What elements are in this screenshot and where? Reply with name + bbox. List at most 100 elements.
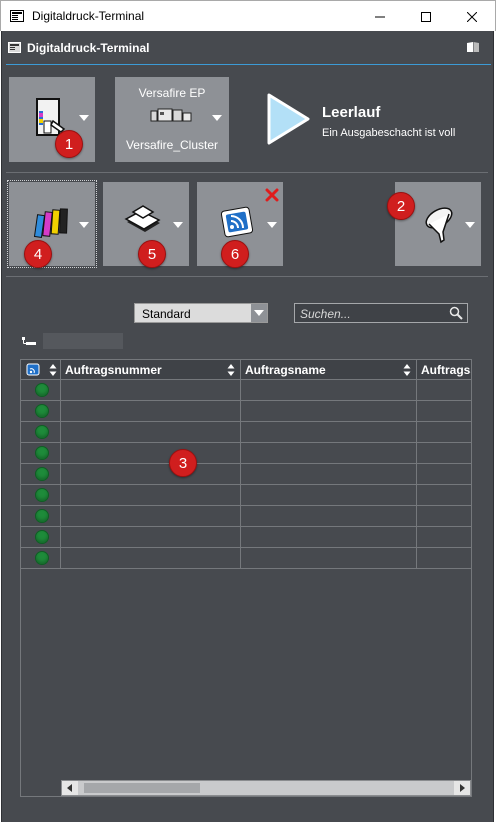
table-cell [61,506,241,526]
status-dot-icon [35,425,49,439]
scroll-thumb[interactable] [84,783,200,793]
minimize-button[interactable] [357,1,403,32]
table-cell [241,506,417,526]
table-cell [21,464,61,484]
horizontal-scrollbar[interactable] [61,780,471,796]
table-cell [61,548,241,568]
scroll-right-button[interactable] [454,781,470,795]
sort-icon [403,364,411,376]
sort-icon [227,364,235,376]
filter-menu-button[interactable]: 2 [387,182,481,266]
arrow-right-icon [460,784,465,792]
table-cell [417,548,471,568]
search-icon[interactable] [449,306,463,320]
printer-model-label: Versafire EP [138,86,206,100]
table-cell [21,485,61,505]
maximize-icon [421,11,431,22]
chevron-down-icon [465,222,475,228]
terminal-app-icon [10,10,24,22]
status-dot-icon [35,488,49,502]
search-input[interactable]: Suchen... [294,303,468,323]
funnel-icon [425,207,453,244]
column-header-job-number[interactable]: Auftragsnummer [61,360,241,380]
printer-menu-button[interactable]: 1 [9,77,95,162]
paper-menu-button[interactable]: 5 [103,182,189,268]
view-filter-value: Standard [142,307,191,321]
table-cell [61,527,241,547]
table-row[interactable] [21,527,471,548]
table-cell [21,380,61,400]
paper-stack-icon [124,205,161,232]
header-accent-line [6,64,491,65]
window-titlebar: Digitaldruck-Terminal [0,0,496,31]
search-placeholder: Suchen... [300,307,351,321]
table-cell [241,443,417,463]
table-cell [61,380,241,400]
chevron-down-icon [79,115,89,121]
table-cell [417,485,471,505]
column-label: Auftragss [421,363,472,377]
status-message: Ein Ausgabeschacht ist voll [322,127,456,139]
table-row[interactable] [21,485,471,506]
callout-badge-5: 5 [138,240,166,268]
close-icon [467,11,477,22]
chevron-down-icon [267,222,277,228]
ink-cartridges-icon [33,208,68,239]
callout-badge-6: 6 [221,240,249,268]
status-dot-icon [35,383,49,397]
callout-badge-1: 1 [55,130,83,158]
chevron-down-icon [254,310,264,316]
printer-cluster-selector[interactable]: Versafire EP Versafire_Cluster [115,77,229,162]
status-column-icon [26,363,40,376]
table-row[interactable] [21,401,471,422]
scroll-left-button[interactable] [62,781,78,795]
dropdown-toggle[interactable] [251,304,267,322]
table-row[interactable] [21,443,471,464]
column-header-job-name[interactable]: Auftragsname [241,360,417,380]
table-cell [241,464,417,484]
ink-menu-button[interactable]: 4 [7,180,97,268]
error-x-icon [265,188,279,202]
column-label: Auftragsname [245,363,326,377]
arrow-left-icon [67,784,72,792]
divider [6,276,488,277]
table-row[interactable] [21,548,471,569]
status-dot-icon [35,404,49,418]
group-by-icon[interactable] [22,337,36,347]
job-table: Auftragsnummer Auftragsname Auftragss 3 [20,359,472,797]
printer-cluster-label: Versafire_Cluster [125,138,219,152]
table-cell [21,443,61,463]
digital-print-terminal-panel: Digitaldruck-Terminal 1 Versafire EP Ver… [1,31,494,822]
group-by-drop-area[interactable] [43,333,123,349]
status-dot-icon [35,467,49,481]
callout-badge-4: 4 [24,240,52,268]
table-body [21,380,471,569]
table-row[interactable] [21,506,471,527]
table-row[interactable] [21,422,471,443]
maximize-button[interactable] [403,1,449,32]
column-header-status[interactable] [21,360,61,380]
table-cell [417,380,471,400]
table-cell [417,506,471,526]
table-cell [241,401,417,421]
status-dot-icon [35,530,49,544]
table-row[interactable] [21,380,471,401]
play-status-icon[interactable] [265,92,311,146]
column-label: Auftragsnummer [65,363,162,377]
table-cell [61,464,241,484]
column-header-job-status[interactable]: Auftragss [417,360,472,380]
jdf-connection-menu-button[interactable]: 6 [197,182,283,268]
detach-panel-icon[interactable] [466,41,480,53]
close-button[interactable] [449,1,495,32]
table-cell [21,527,61,547]
feed-connection-icon [220,206,254,238]
table-header: Auftragsnummer Auftragsname Auftragss [21,360,472,380]
chevron-down-icon [79,222,89,228]
table-cell [417,527,471,547]
press-machine-icon [150,108,192,122]
view-filter-select[interactable]: Standard [134,303,268,323]
callout-badge-3: 3 [169,449,197,477]
table-cell [417,443,471,463]
table-row[interactable] [21,464,471,485]
panel-title: Digitaldruck-Terminal [27,41,150,55]
